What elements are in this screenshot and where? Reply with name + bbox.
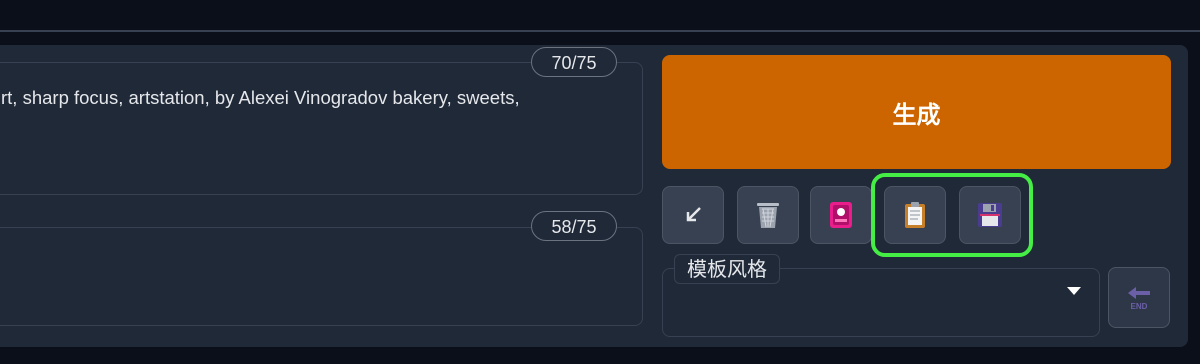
top-divider bbox=[0, 30, 1200, 32]
negative-prompt-textarea[interactable] bbox=[0, 227, 643, 326]
trash-icon bbox=[757, 203, 779, 228]
positive-prompt-textarea[interactable]: rt, sharp focus, artstation, by Alexei V… bbox=[0, 62, 643, 195]
end-arrow-icon: END bbox=[1128, 286, 1150, 311]
paste-clipboard-button[interactable] bbox=[884, 186, 946, 244]
floppy-disk-icon bbox=[978, 203, 1002, 227]
extra-networks-button[interactable] bbox=[810, 186, 872, 244]
read-params-button[interactable] bbox=[662, 186, 724, 244]
positive-token-counter: 70/75 bbox=[531, 47, 617, 77]
generate-button[interactable]: 生成 bbox=[662, 55, 1171, 169]
picture-icon bbox=[830, 202, 852, 228]
negative-token-counter: 58/75 bbox=[531, 211, 617, 241]
positive-prompt-text: rt, sharp focus, artstation, by Alexei V… bbox=[1, 87, 520, 108]
clear-prompt-button[interactable] bbox=[737, 186, 799, 244]
styles-label: 模板风格 bbox=[674, 254, 780, 284]
clipboard-icon bbox=[905, 202, 925, 228]
read-params-icon bbox=[686, 207, 701, 222]
apply-style-text: END bbox=[1131, 302, 1148, 311]
save-style-button[interactable] bbox=[959, 186, 1021, 244]
dropdown-arrow-icon[interactable] bbox=[1067, 287, 1081, 295]
apply-style-button[interactable]: END bbox=[1108, 267, 1170, 328]
